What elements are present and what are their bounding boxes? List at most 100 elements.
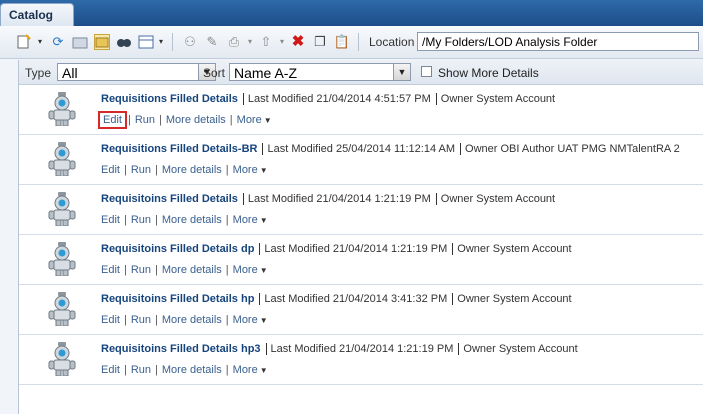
divider: | [123,164,127,176]
more-details-link[interactable]: More details [162,264,222,276]
toolbar-divider [172,33,173,51]
divider [460,143,462,156]
home-folder-icon[interactable] [72,34,88,50]
analysis-robot-icon [48,242,76,276]
item-actions: Edit | Run | More details | More ▼ [101,314,268,326]
more-menu-link[interactable]: More [233,264,258,276]
new-icon[interactable] [16,34,32,50]
sort-select[interactable]: Name A-Z ▼ [229,63,411,81]
more-details-link[interactable]: More details [166,114,226,126]
edit-pencil-icon[interactable]: ✎ [204,34,220,50]
chevron-down-icon[interactable]: ▼ [393,64,410,80]
view-icon[interactable] [138,34,154,50]
item-info: Requisitions Filled Details Last Modified… [101,93,555,106]
list-item: Requisitoins Filled Details dp Last Modif… [19,234,703,285]
item-modified: Last Modified 25/04/2014 11:12:14 AM [267,143,456,155]
edit-link[interactable]: Edit [101,364,120,376]
view-dropdown-icon[interactable]: ▾ [153,34,169,50]
run-link[interactable]: Run [131,364,151,376]
more-details-link[interactable]: More details [162,214,222,226]
divider [242,93,244,106]
sort-label: Sort [203,66,226,80]
type-select[interactable]: All ▼ [57,63,216,81]
edit-link[interactable]: Edit [101,214,120,226]
more-menu-link[interactable]: More [233,164,258,176]
folders-icon[interactable] [94,34,110,50]
divider [259,293,261,306]
type-label: Type [25,66,52,80]
more-menu-link[interactable]: More [233,364,258,376]
divider: | [155,214,158,226]
export-icon[interactable]: ⇧ [258,34,274,50]
chevron-down-icon[interactable]: ▼ [260,366,268,375]
print-icon[interactable]: ⎙ [226,34,242,50]
divider: | [155,264,158,276]
catalog-panel: ▾ ⟳ ▾ ⚇ ✎ ⎙ ▾ ⇧ ▾ ✖ ❐ 📋 Location /My Fol… [0,26,703,414]
new-dropdown-icon[interactable]: ▾ [32,34,48,50]
more-menu-link[interactable]: More [233,314,258,326]
run-link[interactable]: Run [131,214,151,226]
more-menu-link[interactable]: More [237,114,262,126]
edit-link[interactable]: Edit [101,164,120,176]
chevron-down-icon[interactable]: ▼ [260,266,268,275]
run-link[interactable]: Run [135,114,155,126]
run-link[interactable]: Run [131,314,151,326]
catalog-content: Type All ▼ Sort Name A-Z ▼ Show More Det… [18,60,703,414]
edit-link[interactable]: Edit [101,264,120,276]
refresh-icon[interactable]: ⟳ [50,34,66,50]
item-modified: Last Modified 21/04/2014 1:21:19 PM [270,343,454,355]
more-details-link[interactable]: More details [162,364,222,376]
run-link[interactable]: Run [131,164,151,176]
item-owner: Owner OBI Author UAT PMG NMTalentRA 2 [465,143,680,155]
export-dropdown-icon[interactable]: ▾ [274,34,290,50]
divider [452,243,454,256]
chevron-down-icon[interactable]: ▼ [264,116,272,125]
item-name-link[interactable]: Requisitoins Filled Details hp3 [101,343,261,355]
run-link[interactable]: Run [131,264,151,276]
copy-icon[interactable]: ❐ [312,34,328,50]
tab-catalog[interactable]: Catalog [0,3,74,27]
item-modified: Last Modified 21/04/2014 1:21:19 PM [264,243,448,255]
chevron-down-icon[interactable]: ▼ [260,166,268,175]
search-icon[interactable] [116,34,132,50]
more-details-link[interactable]: More details [162,314,222,326]
edit-link[interactable]: Edit [101,314,120,326]
divider [265,343,267,356]
tab-catalog-label: Catalog [9,8,54,22]
divider: | [123,214,127,226]
item-name-link[interactable]: Requisitoins Filled Details hp [101,293,254,305]
item-name-link[interactable]: Requisitions Filled Details-BR [101,143,257,155]
item-actions: Edit | Run | More details | More ▼ [101,264,268,276]
analysis-robot-icon [48,292,76,326]
paste-icon[interactable]: 📋 [334,34,350,50]
location-label: Location [369,35,415,49]
item-actions: Edit | Run | More details | More ▼ [101,364,268,376]
chevron-down-icon[interactable]: ▼ [260,216,268,225]
show-more-details-checkbox[interactable] [421,66,432,77]
item-info: Requisitoins Filled Details Last Modified… [101,193,555,206]
more-details-link[interactable]: More details [162,164,222,176]
divider: | [225,364,229,376]
divider [435,193,437,206]
edit-link[interactable]: Edit [98,111,127,129]
sort-select-value: Name A-Z [234,65,298,81]
item-name-link[interactable]: Requisitions Filled Details [101,93,238,105]
print-dropdown-icon[interactable]: ▾ [242,34,258,50]
divider: | [127,114,131,126]
divider [458,343,460,356]
delete-icon[interactable]: ✖ [290,34,306,50]
item-name-link[interactable]: Requisitoins Filled Details dp [101,243,254,255]
item-modified: Last Modified 21/04/2014 4:51:57 PM [247,93,431,105]
location-input[interactable]: /My Folders/LOD Analysis Folder [417,32,699,51]
more-menu-link[interactable]: More [233,214,258,226]
item-info: Requisitions Filled Details-BR Last Modif… [101,143,680,156]
divider [452,293,454,306]
analysis-robot-icon [48,192,76,226]
item-owner: Owner System Account [457,243,572,255]
filter-bar: Type All ▼ Sort Name A-Z ▼ Show More Det… [19,60,703,85]
item-name-link[interactable]: Requisitoins Filled Details [101,193,238,205]
divider: | [155,164,158,176]
permissions-icon[interactable]: ⚇ [182,34,198,50]
divider [242,193,244,206]
chevron-down-icon[interactable]: ▼ [260,316,268,325]
